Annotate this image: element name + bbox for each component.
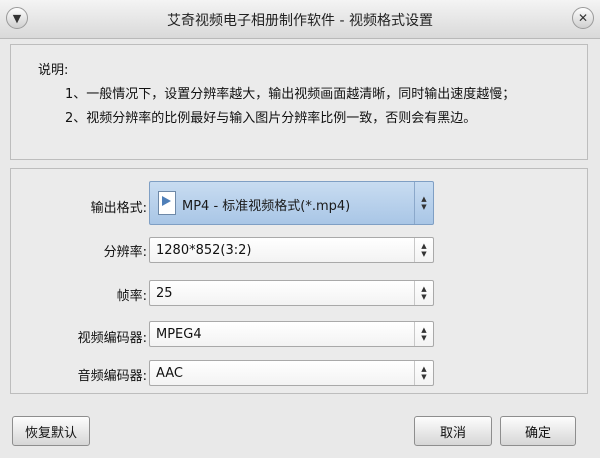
mp4-file-icon (158, 191, 176, 215)
window-title: 艾奇视频电子相册制作软件 - 视频格式设置 (167, 13, 433, 29)
notes-heading: 说明: (38, 63, 69, 78)
frame-rate-label: 帧率: (116, 289, 147, 304)
close-button[interactable]: ✕ (572, 7, 594, 29)
output-format-select[interactable]: MP4 - 标准视频格式(*.mp4) ▲ ▼ (149, 181, 434, 225)
video-codec-label: 视频编码器: (77, 331, 147, 346)
output-format-label: 输出格式: (90, 201, 147, 216)
output-format-value: MP4 - 标准视频格式(*.mp4) (182, 199, 351, 214)
video-codec-select[interactable]: MPEG4 ▲ ▼ (149, 321, 434, 347)
cancel-button[interactable]: 取消 (414, 416, 492, 446)
notes-panel: 说明: 1、一般情况下，设置分辨率越大，输出视频画面越清晰，同时输出速度越慢； … (10, 44, 588, 160)
spin-arrows-icon[interactable]: ▲ ▼ (414, 281, 433, 305)
resolution-value: 1280*852(3:2) (156, 243, 252, 258)
resolution-select[interactable]: 1280*852(3:2) ▲ ▼ (149, 237, 434, 263)
spin-arrows-icon[interactable]: ▲ ▼ (414, 182, 433, 224)
spin-arrows-icon[interactable]: ▲ ▼ (414, 361, 433, 385)
resolution-label: 分辨率: (103, 245, 147, 260)
spin-arrows-icon[interactable]: ▲ ▼ (414, 238, 433, 262)
video-codec-value: MPEG4 (156, 327, 202, 342)
close-icon: ✕ (577, 11, 589, 25)
spin-arrows-icon[interactable]: ▲ ▼ (414, 322, 433, 346)
audio-codec-value: AAC (156, 366, 183, 381)
audio-codec-select[interactable]: AAC ▲ ▼ (149, 360, 434, 386)
frame-rate-value: 25 (156, 286, 173, 301)
note-line-1: 1、一般情况下，设置分辨率越大，输出视频画面越清晰，同时输出速度越慢； (65, 87, 516, 102)
audio-codec-label: 音频编码器: (77, 369, 147, 384)
note-line-2: 2、视频分辨率的比例最好与输入图片分辨率比例一致，否则会有黑边。 (65, 111, 477, 126)
restore-defaults-button[interactable]: 恢复默认 (12, 416, 90, 446)
frame-rate-select[interactable]: 25 ▲ ▼ (149, 280, 434, 306)
ok-button[interactable]: 确定 (500, 416, 576, 446)
title-bar: ▼ 艾奇视频电子相册制作软件 - 视频格式设置 ✕ (0, 0, 600, 39)
settings-form: 输出格式: MP4 - 标准视频格式(*.mp4) ▲ ▼ 分辨率: 1280*8… (10, 168, 588, 394)
